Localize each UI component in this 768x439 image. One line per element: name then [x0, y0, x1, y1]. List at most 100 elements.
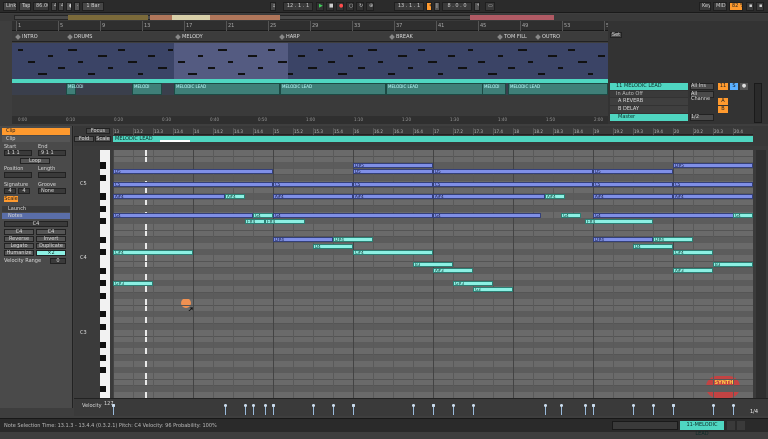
monitor-select[interactable]: In Auto Off: [610, 91, 688, 97]
velocity-handle[interactable]: [584, 404, 587, 407]
velocity-handle[interactable]: [244, 404, 247, 407]
launch-section-header[interactable]: Launch: [2, 206, 70, 212]
session-record-icon[interactable]: ○: [346, 2, 354, 11]
clip-block[interactable]: MELODIC LEAD: [386, 83, 486, 95]
midi-note[interactable]: G#3: [453, 280, 493, 286]
groove-select[interactable]: None: [38, 188, 66, 194]
locator-outro[interactable]: OUTRO: [542, 34, 560, 40]
track-name-master[interactable]: Master: [610, 114, 688, 121]
velocity-handle[interactable]: [712, 404, 715, 407]
midi-note[interactable]: G4: [273, 212, 433, 218]
midi-note[interactable]: A#3: [433, 268, 473, 274]
loop-record-icon[interactable]: ↻: [356, 2, 364, 11]
track-number-button[interactable]: 11: [718, 83, 728, 90]
tempo-field[interactable]: 86.00: [33, 2, 49, 11]
piano-black-key[interactable]: [100, 267, 106, 274]
midi-note[interactable]: B3: [413, 262, 453, 268]
midi-note[interactable]: C5: [593, 181, 673, 187]
velocity-handle[interactable]: [412, 404, 415, 407]
piano-black-key[interactable]: [100, 193, 106, 200]
midi-note[interactable]: G3: [473, 286, 513, 292]
locator-intro[interactable]: INTRO: [22, 34, 38, 40]
track-name-melodic-lead[interactable]: 11 MELODIC LEAD: [610, 83, 688, 90]
piano-black-key[interactable]: [100, 174, 106, 181]
reverse-button[interactable]: Reverse: [4, 236, 34, 242]
status-icon-1[interactable]: [727, 421, 735, 430]
midi-note[interactable]: D#4: [593, 237, 653, 243]
piano-black-key[interactable]: [100, 354, 106, 361]
arrangement-ruler[interactable]: 159131721252933374145495357: [12, 21, 612, 31]
midi-note[interactable]: A#4: [273, 193, 353, 199]
midi-note[interactable]: D4: [313, 243, 353, 249]
record-button-icon[interactable]: ●: [336, 2, 344, 11]
velocity-handle[interactable]: [672, 404, 675, 407]
transpose-field-2[interactable]: C4: [36, 229, 66, 235]
midi-note[interactable]: G4: [593, 212, 753, 218]
arrangement-view[interactable]: MELODI MELODI MELODIC LEAD MELODIC LEAD MELO…: [12, 43, 608, 116]
midi-from-select[interactable]: All Ins: [690, 83, 714, 90]
note-pitch-field[interactable]: C4: [4, 221, 68, 227]
clip-block[interactable]: MELODIC LEAD: [280, 83, 386, 95]
midi-note[interactable]: A#4: [593, 193, 673, 199]
clip-start-field[interactable]: 1 1 1: [4, 150, 32, 156]
locator-drums[interactable]: DRUMS: [74, 34, 92, 40]
midi-map-button[interactable]: MIDI: [713, 2, 727, 11]
piano-black-key[interactable]: [100, 311, 106, 318]
solo-button[interactable]: S: [730, 83, 738, 90]
piano-black-key[interactable]: [100, 162, 106, 169]
velocity-handle[interactable]: [452, 404, 455, 407]
midi-note[interactable]: D5: [113, 169, 273, 175]
velocity-range-field[interactable]: 0: [50, 258, 66, 264]
velocity-handle[interactable]: [560, 404, 563, 407]
locator-marker-icon[interactable]: [497, 34, 503, 40]
midi-note[interactable]: G4: [253, 212, 273, 218]
midi-note[interactable]: A#4: [113, 193, 225, 199]
legato-button[interactable]: Legato: [4, 243, 34, 249]
signature-numerator[interactable]: 4: [4, 188, 16, 194]
master-out-select[interactable]: 1/2: [690, 114, 714, 121]
scale-toggle[interactable]: Scale: [4, 196, 18, 202]
midi-note[interactable]: G4: [113, 212, 253, 218]
midi-note[interactable]: A#4: [673, 193, 753, 199]
velocity-handle[interactable]: [332, 404, 335, 407]
midi-note[interactable]: A#4: [545, 193, 565, 199]
velocity-handle[interactable]: [252, 404, 255, 407]
midi-note[interactable]: D#4: [333, 237, 373, 243]
status-icon-2[interactable]: [737, 421, 745, 430]
track-name-reverb[interactable]: A REVERB: [610, 98, 688, 105]
signature-denominator[interactable]: 4: [18, 188, 30, 194]
metronome-dots-icon[interactable]: ··: [74, 2, 80, 11]
piano-black-key[interactable]: [100, 292, 106, 299]
locator-marker-icon[interactable]: [279, 34, 285, 40]
velocity-handle[interactable]: [224, 404, 227, 407]
clip-block[interactable]: MELODI: [66, 83, 83, 95]
midi-note[interactable]: C5: [273, 181, 353, 187]
locator-marker-icon[interactable]: [535, 34, 541, 40]
piano-black-key[interactable]: [100, 367, 106, 374]
punch-in-icon[interactable]: ⎸: [434, 2, 440, 11]
multiply-button[interactable]: ×2: [36, 250, 66, 256]
midi-note[interactable]: B3: [713, 262, 753, 268]
clip-block[interactable]: MELODI: [132, 83, 162, 95]
velocity-handle[interactable]: [264, 404, 267, 407]
velocity-handle[interactable]: [652, 404, 655, 407]
stop-button-icon[interactable]: ■: [326, 2, 334, 11]
editor-bar-ruler[interactable]: 13 13.2 13.3 13.4 14 14.2 14.3 14.4 15 15.2 15.3 15…: [113, 128, 753, 135]
overview-strip[interactable]: [0, 14, 768, 21]
loop-length-field[interactable]: 8 . 0 . 0: [442, 2, 472, 11]
follow-icon[interactable]: ⇄: [270, 2, 276, 11]
loop-position-field[interactable]: [4, 172, 32, 178]
clip-block[interactable]: MELODIC LEAD: [508, 83, 608, 95]
piano-black-key[interactable]: [100, 249, 106, 256]
locator-break[interactable]: BREAK: [396, 34, 413, 40]
midi-note[interactable]: G#3: [113, 280, 153, 286]
piano-black-key[interactable]: [100, 218, 106, 225]
midi-note[interactable]: G4: [433, 212, 541, 218]
delay-letter-button[interactable]: B: [718, 106, 728, 113]
editor-scrollbar[interactable]: [756, 150, 766, 398]
position-field[interactable]: 12 . 1 . 1: [283, 2, 313, 11]
link-button[interactable]: Link: [3, 2, 17, 11]
humanize-button[interactable]: Humanize: [4, 250, 34, 256]
duplicate-button[interactable]: Duplicate: [36, 243, 66, 249]
midi-note[interactable]: F#4: [245, 218, 265, 224]
